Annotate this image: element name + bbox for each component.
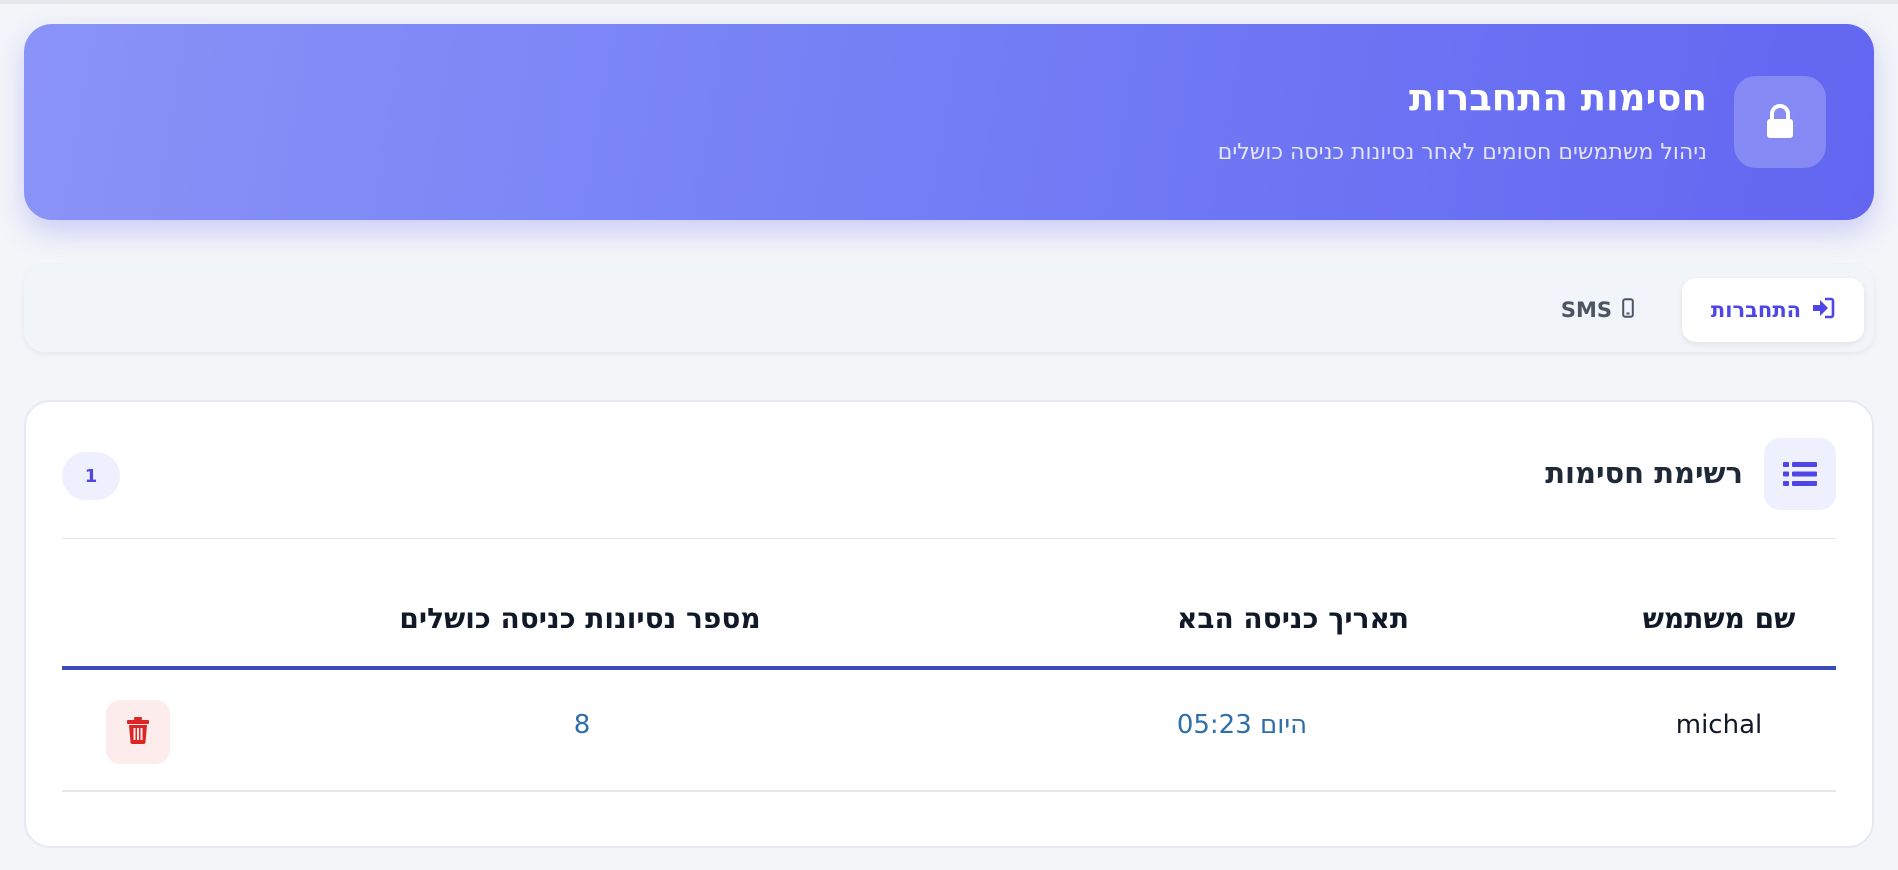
trash-icon: [126, 716, 150, 748]
tab-login-label: התחברות: [1710, 298, 1802, 322]
column-header-username: שם משתמש: [1642, 602, 1796, 635]
tab-sms[interactable]: SMS: [1551, 278, 1644, 342]
divider: [62, 538, 1836, 539]
list-icon: [1764, 438, 1836, 510]
tabs-bar: התחברות SMS: [24, 264, 1874, 352]
table-row-divider: [62, 790, 1836, 792]
page-header-banner: חסימות התחברות ניהול משתמשים חסומים לאחר…: [24, 24, 1874, 220]
blocks-list-card: רשימת חסימות 1 שם משתמש תאריך כניסה הבא …: [24, 400, 1874, 848]
cell-username: michal: [1675, 710, 1763, 740]
top-border: [0, 0, 1898, 4]
page-title: חסימות התחברות: [1408, 76, 1707, 119]
card-title: רשימת חסימות: [1545, 456, 1743, 490]
table-header-rule: [62, 666, 1836, 670]
column-header-next-login: תאריך כניסה הבא: [1176, 602, 1410, 635]
lock-icon: [1734, 76, 1826, 168]
column-header-failed-attempts: מספר נסיונות כניסה כושלים: [399, 602, 761, 635]
mobile-icon: [1622, 297, 1634, 323]
cell-next-login: היום 05:23: [1176, 710, 1308, 740]
count-badge: 1: [62, 452, 120, 500]
delete-button[interactable]: [106, 700, 170, 764]
sign-in-icon: [1811, 297, 1835, 324]
tab-login[interactable]: התחברות: [1682, 278, 1864, 342]
page-subtitle: ניהול משתמשים חסומים לאחר נסיונות כניסה …: [1217, 140, 1707, 165]
tab-sms-label: SMS: [1560, 298, 1612, 322]
cell-failed-attempts: 8: [573, 710, 591, 740]
